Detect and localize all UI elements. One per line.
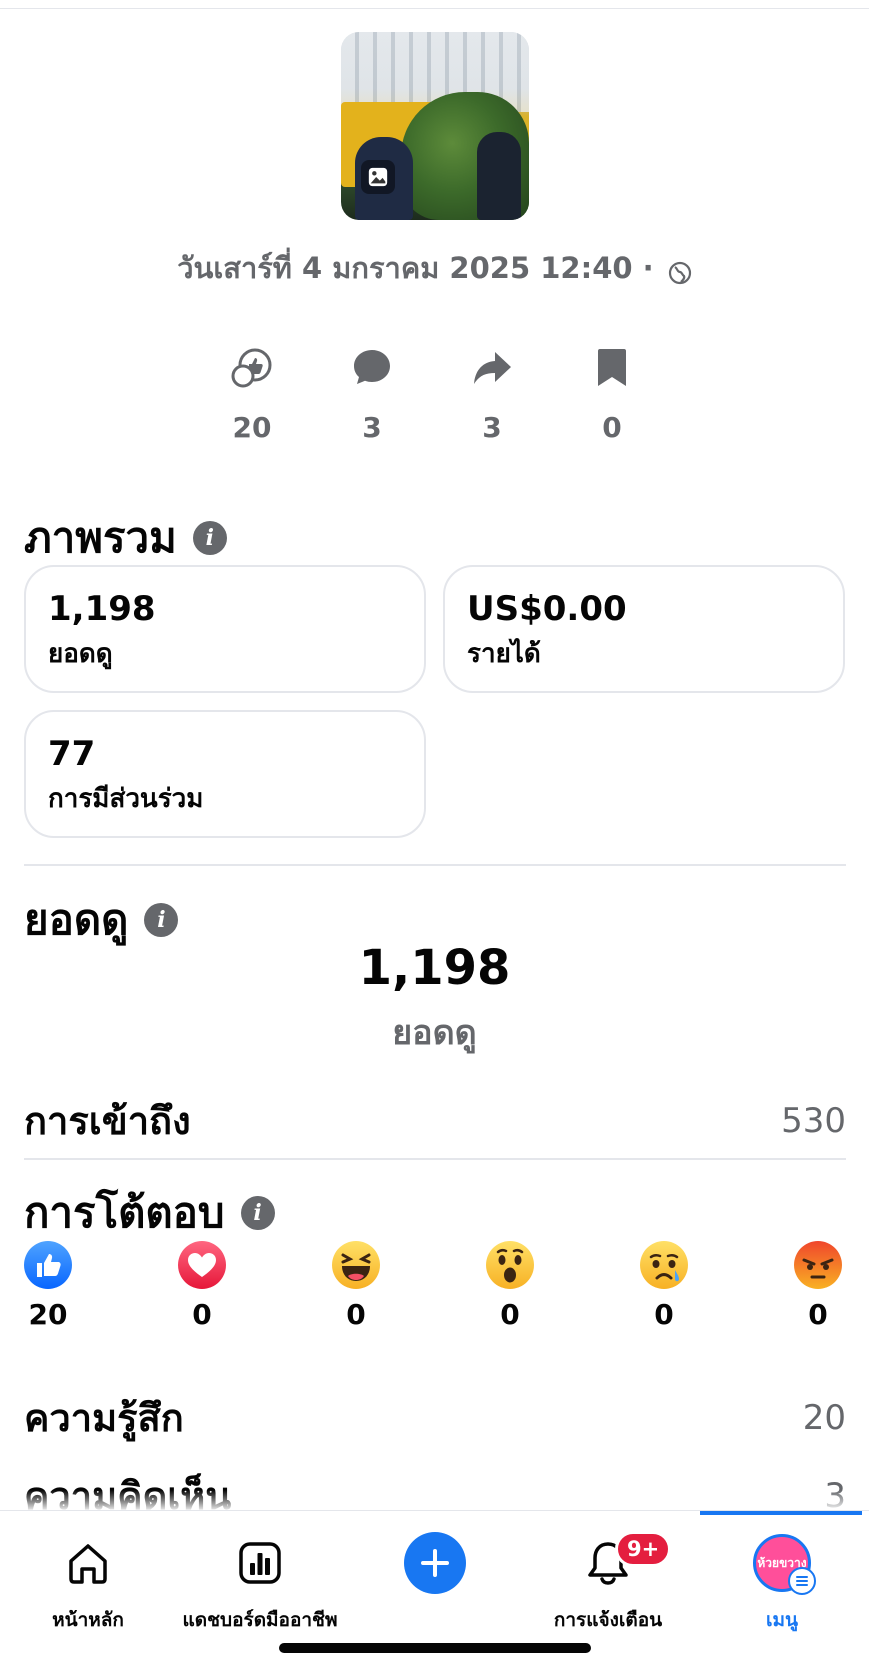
section-divider [24,864,846,866]
nav-dashboard[interactable]: แดชบอร์ดมืออาชีพ [175,1531,345,1635]
bell-icon: 9+ [523,1531,693,1595]
wow-icon [485,1240,535,1290]
active-tab-indicator [700,1511,862,1515]
overview-card-views[interactable]: 1,198 ยอดดู [24,565,426,693]
thumbnail-person [477,132,521,220]
globe-icon [668,258,692,285]
reaction-like-icon [207,345,297,391]
reaction-count: 20 [28,1298,68,1331]
nav-create[interactable] [350,1531,520,1595]
reaction-like: 20 [18,1240,78,1331]
reaction-angry: 0 [788,1240,848,1331]
reaction-wow: 0 [480,1240,540,1331]
nav-home-label: หน้าหลัก [52,1609,124,1631]
menu-icon [788,1567,816,1595]
saves-stat[interactable]: 0 [567,345,657,444]
reaction-haha: 0 [326,1240,386,1331]
card-label: การมีส่วนร่วม [48,784,204,814]
love-icon [177,1240,227,1290]
views-total-label: ยอดดู [392,1013,477,1053]
shares-stat[interactable]: 3 [447,345,537,444]
feelings-value: 20 [802,1397,846,1438]
like-icon [23,1240,73,1290]
overview-title: ภาพรวม i [24,505,227,571]
menu-avatar-wrap: ห้วยขวาง [697,1531,867,1595]
nav-notifications[interactable]: 9+ การแจ้งเตือน [523,1531,693,1635]
views-total: 1,198 [358,940,511,996]
saves-count: 0 [602,411,622,444]
card-value: 77 [48,734,96,774]
reach-row[interactable]: การเข้าถึง 530 [24,1090,846,1151]
create-button-wrap [350,1531,520,1595]
home-indicator[interactable] [279,1643,591,1653]
dashboard-icon [175,1531,345,1595]
haha-icon [331,1240,381,1290]
nav-menu[interactable]: ห้วยขวาง เมนู [697,1531,867,1635]
interactions-title-text: การโต้ตอบ [24,1188,225,1237]
reaction-count: 0 [500,1298,520,1331]
scroll-fade [0,1490,869,1512]
top-divider [0,8,869,9]
notification-badge: 9+ [615,1531,672,1567]
info-icon[interactable]: i [144,903,179,937]
comment-icon [327,345,417,391]
bookmark-icon [567,345,657,391]
reaction-count: 0 [192,1298,212,1331]
card-value: 1,198 [48,589,156,629]
reactions-count: 20 [232,411,272,444]
plus-icon [404,1532,466,1594]
feelings-label: ความรู้สึก [24,1396,184,1440]
comments-count: 3 [362,411,382,444]
reactions-breakdown: 20 0 0 0 0 0 [0,1240,869,1340]
reaction-love: 0 [172,1240,232,1331]
post-date: วันเสาร์ที่ 4 มกราคม 2025 12:40 · [0,245,869,291]
feelings-row[interactable]: ความรู้สึก 20 [24,1387,846,1448]
info-icon[interactable]: i [192,521,227,555]
home-icon [3,1531,173,1595]
info-icon[interactable]: i [240,1196,275,1230]
card-label: ยอดดู [48,639,113,669]
avatar: ห้วยขวาง [753,1534,816,1595]
nav-notifications-label: การแจ้งเตือน [553,1609,663,1631]
nav-home[interactable]: หน้าหลัก [3,1531,173,1635]
post-thumbnail[interactable] [341,32,529,220]
reaction-count: 0 [808,1298,828,1331]
share-icon [447,345,537,391]
card-value: US$0.00 [467,589,627,629]
post-date-text: วันเสาร์ที่ 4 มกราคม 2025 12:40 · [177,251,654,285]
sad-icon [639,1240,689,1290]
section-divider [24,1158,846,1160]
reach-value: 530 [781,1100,846,1141]
shares-count: 3 [482,411,502,444]
reaction-sad: 0 [634,1240,694,1331]
reach-label: การเข้าถึง [24,1099,191,1143]
overview-title-text: ภาพรวม [24,513,177,562]
overview-card-earnings[interactable]: US$0.00 รายได้ [443,565,845,693]
reaction-count: 0 [654,1298,674,1331]
engagement-stats: 20 3 3 0 [0,345,869,455]
photo-icon [361,160,395,194]
comments-stat[interactable]: 3 [327,345,417,444]
angry-icon [793,1240,843,1290]
nav-menu-label: เมนู [765,1609,798,1631]
reaction-count: 0 [346,1298,366,1331]
interactions-title: การโต้ตอบ i [24,1180,275,1246]
overview-card-engagement[interactable]: 77 การมีส่วนร่วม [24,710,426,838]
reactions-stat[interactable]: 20 [207,345,297,444]
card-label: รายได้ [467,639,541,669]
nav-dashboard-label: แดชบอร์ดมืออาชีพ [182,1609,338,1631]
